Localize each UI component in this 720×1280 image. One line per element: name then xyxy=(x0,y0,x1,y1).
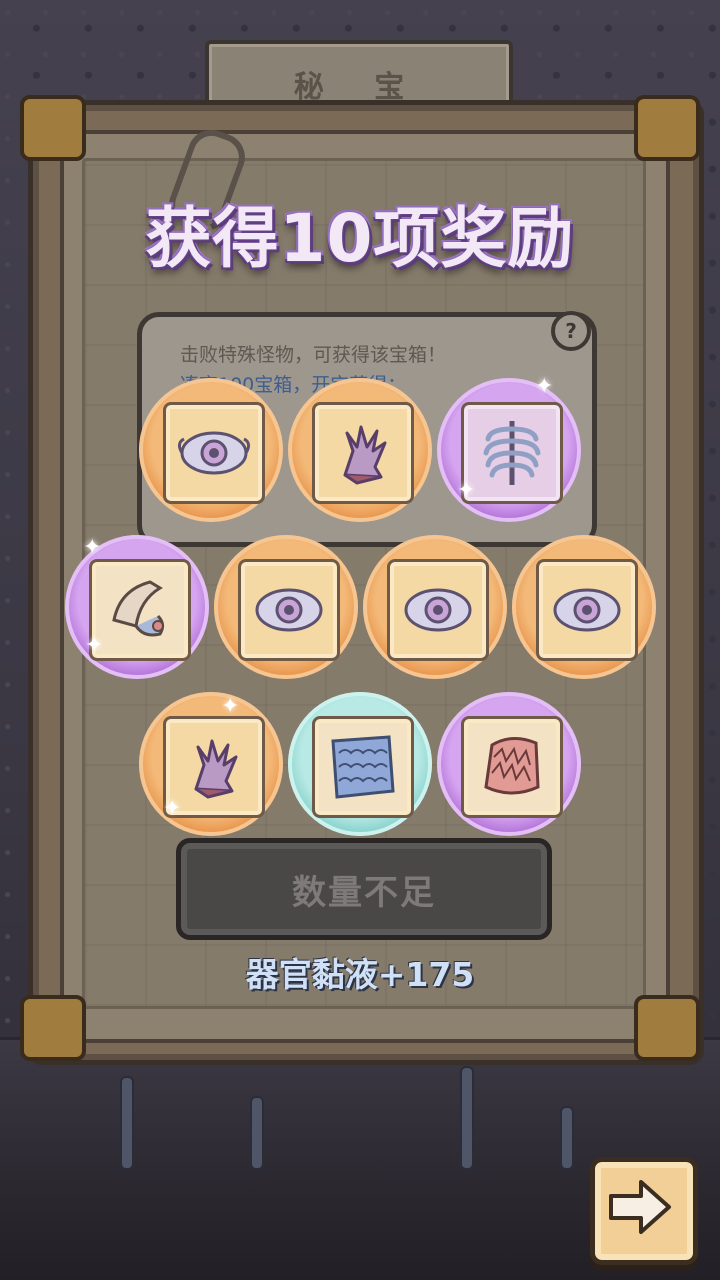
reward-item[interactable] xyxy=(288,378,432,522)
coral-hand-icon xyxy=(343,425,387,485)
feather-scale-icon xyxy=(484,737,540,795)
eye-icon xyxy=(255,588,323,632)
board-corner xyxy=(634,95,700,161)
sparkle-icon: ✦ xyxy=(85,633,104,658)
insufficient-label: 数量不足 xyxy=(292,873,436,913)
reward-item[interactable]: ✦ ✦ xyxy=(65,535,209,679)
seaweed xyxy=(560,1106,574,1170)
reward-card xyxy=(461,716,563,818)
sparkle-icon: ✦ xyxy=(83,535,102,560)
reward-card xyxy=(312,402,414,504)
eye-icon xyxy=(177,431,251,475)
reward-item[interactable] xyxy=(363,535,507,679)
help-icon[interactable]: ? xyxy=(551,311,591,351)
reward-card xyxy=(461,402,563,504)
reward-text: 器官黏液+175 xyxy=(245,955,475,994)
reward-card xyxy=(163,402,265,504)
board-corner xyxy=(20,995,86,1061)
sparkle-icon: ✦ xyxy=(163,796,182,821)
reward-headline: 获得10项奖励 xyxy=(145,200,575,277)
info-line-1: 击败特殊怪物，可获得该宝箱！ xyxy=(180,344,447,366)
reward-card xyxy=(238,559,340,661)
reward-item[interactable] xyxy=(214,535,358,679)
fish-scale-icon xyxy=(331,735,395,799)
arrow-right-icon xyxy=(609,1180,671,1234)
seaweed xyxy=(460,1066,474,1170)
reward-item[interactable]: ✦ ✦ xyxy=(139,692,283,836)
reward-card xyxy=(312,716,414,818)
reward-item[interactable]: ✦ ✦ xyxy=(437,374,581,522)
reward-item[interactable] xyxy=(139,378,283,522)
next-button[interactable] xyxy=(590,1157,698,1265)
board-corner xyxy=(20,95,86,161)
reward-card xyxy=(536,559,638,661)
sparkle-icon: ✦ xyxy=(535,374,554,399)
reward-card xyxy=(89,559,191,661)
eye-icon xyxy=(553,588,621,632)
coral-hand-icon xyxy=(194,739,238,799)
seaweed xyxy=(120,1076,134,1170)
sparkle-icon: ✦ xyxy=(457,478,476,503)
shell-horn-icon xyxy=(112,580,165,637)
seaweed xyxy=(250,1096,264,1170)
reward-card xyxy=(387,559,489,661)
reward-item[interactable] xyxy=(288,692,432,836)
insufficient-button[interactable]: 数量不足 xyxy=(176,838,552,940)
sparkle-icon: ✦ xyxy=(221,694,240,719)
ribcage-icon xyxy=(483,421,541,485)
board-corner xyxy=(634,995,700,1061)
reward-item[interactable] xyxy=(437,692,581,836)
eye-icon xyxy=(404,588,472,632)
reward-item[interactable] xyxy=(512,535,656,679)
